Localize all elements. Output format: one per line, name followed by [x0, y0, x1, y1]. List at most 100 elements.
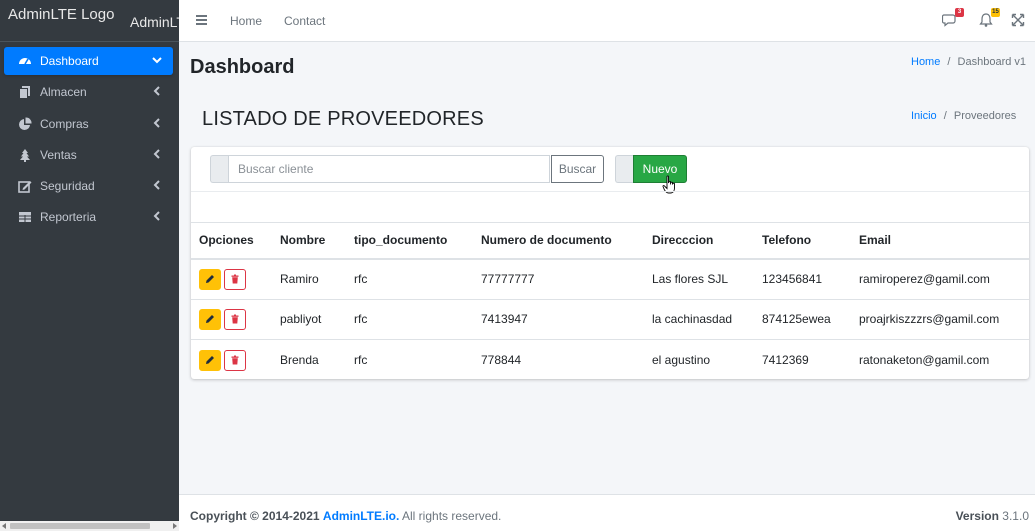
column-header-numero-documento: Numero de documento [473, 222, 644, 260]
providers-card: Buscar Nuevo Opciones Nombre tipo_docume… [191, 147, 1029, 379]
cell-numero-documento: 7413947 [473, 299, 644, 340]
chevron-left-icon [153, 149, 160, 159]
sidebar-horizontal-scrollbar[interactable] [0, 521, 179, 531]
row-actions [191, 340, 272, 381]
table-icon [18, 210, 32, 224]
scrollbar-thumb[interactable] [10, 523, 150, 529]
version-number: 3.1.0 [1002, 509, 1029, 523]
footer-version: Version 3.1.0 [956, 509, 1029, 523]
sidebar-item-label: Almacen [40, 85, 87, 100]
cell-tipo-documento: rfc [346, 299, 473, 340]
sidebar-nav: Dashboard Almacen Compras Ventas Segurid… [4, 47, 173, 235]
cell-email: ramiroperez@gamil.com [851, 258, 1029, 300]
cell-telefono: 874125ewea [754, 299, 851, 340]
messages-dropdown[interactable]: 3 [941, 8, 964, 28]
cell-nombre: pabliyot [272, 299, 346, 340]
edit-button[interactable] [199, 349, 221, 371]
tree-icon [18, 148, 32, 162]
column-header-email: Email [851, 222, 1029, 260]
table-row: Ramiro rfc 77777777 Las flores SJL 12345… [191, 258, 1029, 300]
column-header-tipo-documento: tipo_documento [346, 222, 473, 260]
top-navbar: Home Contact 3 15 [179, 0, 1035, 42]
cell-nombre: Brenda [280, 353, 319, 367]
breadcrumb-separator: / [947, 56, 951, 68]
brand-text: AdminLTE 3 [130, 14, 179, 30]
new-button-prepend [615, 155, 634, 183]
column-header-telefono: Telefono [754, 222, 851, 260]
sidebar-item-label: Ventas [40, 147, 77, 162]
copy-icon [18, 85, 32, 100]
footer-brand-link[interactable]: AdminLTE.io. [323, 509, 399, 523]
cell-direccion: Las flores SJL [644, 258, 754, 300]
row-actions [191, 258, 272, 300]
notifications-dropdown[interactable]: 15 [978, 8, 1000, 28]
sidebar-item-label: Compras [40, 116, 89, 131]
search-input[interactable] [228, 155, 550, 183]
sidebar-item-label: Dashboard [40, 54, 99, 68]
sidebar-item-compras[interactable]: Compras [4, 110, 173, 138]
nav-link-contact[interactable]: Contact [284, 14, 325, 28]
new-provider-button[interactable]: Nuevo [633, 155, 687, 183]
cell-numero-documento: 77777777 [473, 258, 644, 300]
version-label: Version [955, 509, 999, 523]
tachometer-icon [18, 54, 32, 68]
sidebar-item-label: Seguridad [40, 179, 95, 194]
column-header-opciones: Opciones [191, 222, 272, 260]
main-sidebar: AdminLTE Logo AdminLTE 3 Dashboard Almac… [0, 0, 179, 531]
pencil-icon [206, 315, 214, 324]
search-button[interactable]: Buscar [551, 155, 604, 183]
cell-telefono: 7412369 [762, 353, 809, 367]
chevron-left-icon [153, 117, 160, 128]
toolbar-divider [191, 191, 1029, 192]
nav-link-home[interactable]: Home [230, 14, 262, 28]
pencil-icon [206, 356, 214, 364]
scroll-left-arrow[interactable] [2, 523, 6, 529]
sidebar-item-dashboard[interactable]: Dashboard [4, 47, 173, 75]
edit-button[interactable] [199, 308, 221, 330]
column-header-direccion: Direcccion [644, 222, 754, 260]
cell-tipo-documento: rfc [346, 258, 473, 300]
cell-tipo-documento: rfc [354, 353, 368, 367]
delete-button[interactable] [224, 349, 246, 371]
breadcrumb-current: Proveedores [953, 110, 1017, 122]
cell-numero-documento: 778844 [481, 353, 522, 367]
table-row: pabliyot rfc 7413947 la cachinasdad 8741… [191, 299, 1029, 340]
breadcrumb-current: Dashboard v1 [957, 56, 1027, 68]
page-title: LISTADO DE PROVEEDORES [202, 108, 484, 130]
cell-nombre: Ramiro [272, 258, 346, 300]
scroll-right-arrow[interactable] [173, 523, 177, 529]
cell-email: proajrkiszzzrs@gamil.com [851, 299, 1029, 340]
sidebar-item-reporteria[interactable]: Reporteria [4, 203, 173, 231]
cell-direccion: la cachinasdad [644, 299, 754, 340]
rights-text: All rights reserved. [402, 509, 502, 523]
delete-button[interactable] [224, 308, 246, 330]
delete-button[interactable] [224, 268, 246, 290]
fullscreen-button[interactable] [1011, 13, 1029, 29]
brand-link[interactable]: AdminLTE Logo AdminLTE 3 [0, 0, 179, 42]
cell-telefono: 123456841 [754, 258, 851, 300]
page-breadcrumb: Inicio / Proveedores [911, 110, 1016, 122]
messages-badge: 3 [955, 8, 964, 17]
cell-email: ratonaketon@gamil.com [859, 353, 990, 367]
providers-table: Opciones Nombre tipo_documento Numero de… [191, 222, 1029, 380]
edit-button[interactable] [199, 268, 221, 290]
copyright-text: Copyright © 2014-2021 [190, 509, 320, 523]
sidebar-item-seguridad[interactable]: Seguridad [4, 172, 173, 200]
content-header-title: Dashboard [190, 56, 295, 78]
expand-arrows-icon [1011, 13, 1025, 27]
hamburger-menu-icon[interactable] [196, 15, 207, 25]
table-row: Brenda rfc 778844 el agustino 7412369 ra… [191, 340, 1029, 381]
chevron-left-icon [153, 211, 160, 222]
sidebar-item-ventas[interactable]: Ventas [4, 141, 173, 169]
chevron-left-icon [153, 86, 160, 97]
header-breadcrumb: Home / Dashboard v1 [911, 56, 1026, 68]
trash-icon [231, 314, 239, 324]
breadcrumb-inicio-link[interactable]: Inicio [911, 110, 937, 122]
sidebar-item-almacen[interactable]: Almacen [4, 78, 173, 106]
column-header-nombre: Nombre [272, 222, 346, 260]
breadcrumb-home-link[interactable]: Home [911, 56, 940, 68]
edit-icon [18, 179, 32, 193]
cell-direccion: el agustino [652, 353, 711, 367]
sidebar-item-label: Reporteria [40, 210, 97, 225]
breadcrumb-separator: / [943, 110, 947, 122]
